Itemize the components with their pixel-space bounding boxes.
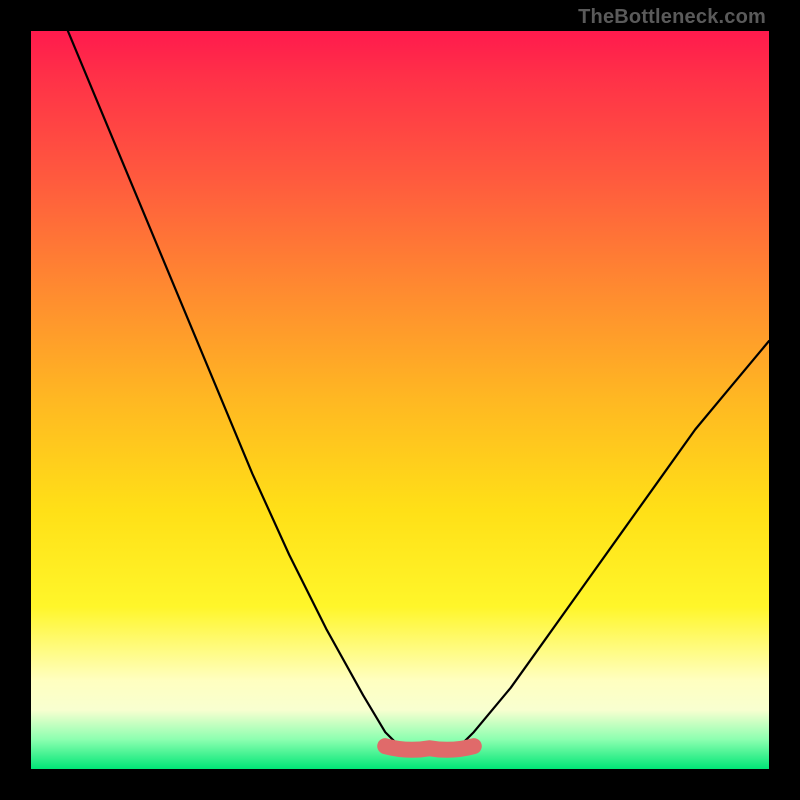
chart-plot-area xyxy=(31,31,769,769)
optimal-region-marker xyxy=(385,746,474,750)
chart-frame: TheBottleneck.com xyxy=(0,0,800,800)
chart-svg xyxy=(31,31,769,769)
attribution-text: TheBottleneck.com xyxy=(578,6,766,29)
bottleneck-curve xyxy=(68,31,769,754)
